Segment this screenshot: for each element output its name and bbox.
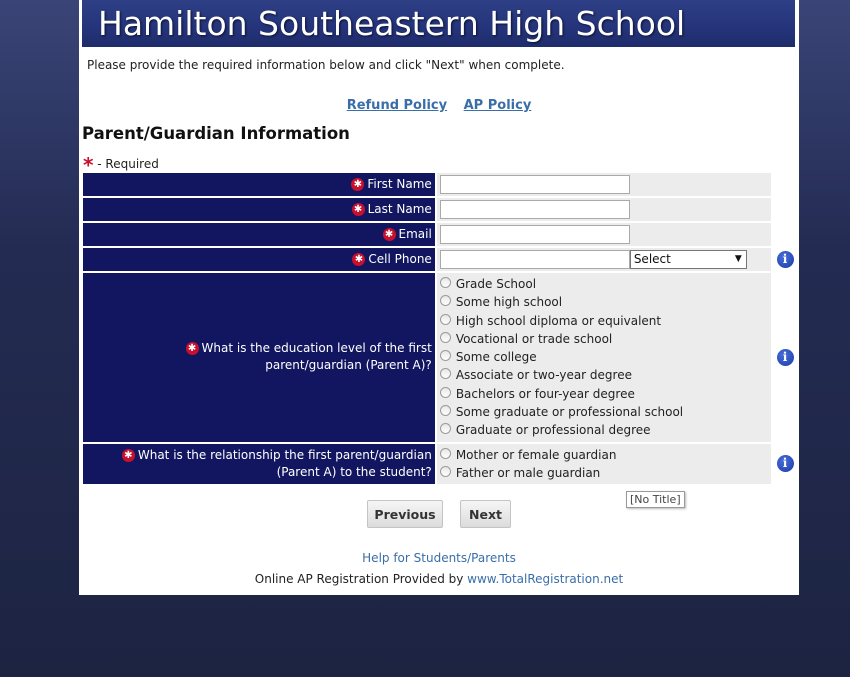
footer-text: Online AP Registration Provided by <box>254 572 468 586</box>
total-registration-link[interactable]: www.TotalRegistration.net <box>467 572 623 586</box>
radio-button[interactable] <box>439 295 451 307</box>
section-title: Parent/Guardian Information <box>82 124 350 143</box>
previous-button[interactable]: Previous <box>367 500 443 528</box>
footer: Online AP Registration Provided by www.T… <box>79 572 799 586</box>
education-option[interactable]: Grade School <box>439 275 768 293</box>
radio-button[interactable] <box>439 423 451 435</box>
relationship-options-cell: Mother or female guardian Father or male… <box>436 443 772 485</box>
radio-button[interactable] <box>439 447 451 459</box>
asterisk-icon: ✱ <box>351 203 365 216</box>
relationship-option[interactable]: Father or male guardian <box>439 464 768 482</box>
last-name-label-cell: ✱ Last Name <box>83 198 435 221</box>
last-name-label: Last Name <box>367 202 432 216</box>
form-row-cell-phone: ✱ Cell Phone Select ▼ i <box>83 248 797 271</box>
ap-policy-link[interactable]: AP Policy <box>464 98 532 113</box>
required-note-text: - Required <box>93 157 159 171</box>
education-option[interactable]: Vocational or trade school <box>439 330 768 348</box>
parent-form: ✱ First Name ✱ Last Name ✱ Email ✱ Cell … <box>81 171 799 486</box>
education-option[interactable]: Associate or two-year degree <box>439 366 768 384</box>
cell-phone-label: Cell Phone <box>368 252 432 266</box>
info-tooltip: [No Title] <box>626 491 685 508</box>
email-field-cell <box>436 223 772 246</box>
chevron-down-icon: ▼ <box>734 254 742 264</box>
refund-policy-link[interactable]: Refund Policy <box>347 98 447 113</box>
help-link[interactable]: Help for Students/Parents <box>79 551 799 565</box>
education-option[interactable]: Bachelors or four-year degree <box>439 385 768 403</box>
education-option[interactable]: Some high school <box>439 293 768 311</box>
education-question: What is the education level of the first… <box>201 341 432 373</box>
email-input[interactable] <box>439 225 630 244</box>
education-option[interactable]: High school diploma or equivalent <box>439 312 768 330</box>
education-option[interactable]: Graduate or professional degree <box>439 421 768 439</box>
cell-phone-field-cell: Select ▼ <box>436 248 772 271</box>
info-icon[interactable]: i <box>776 348 794 366</box>
school-name: Hamilton Southeastern High School <box>98 4 686 43</box>
page-banner: Hamilton Southeastern High School <box>82 0 795 47</box>
form-row-first-name: ✱ First Name <box>83 173 797 196</box>
relationship-question: What is the relationship the first paren… <box>137 447 432 479</box>
last-name-field-cell <box>436 198 772 221</box>
policy-links: Refund Policy AP Policy <box>79 98 799 113</box>
asterisk-icon: ✱ <box>185 342 199 356</box>
radio-button[interactable] <box>439 350 451 362</box>
info-icon[interactable]: i <box>776 251 794 268</box>
cell-phone-label-cell: ✱ Cell Phone <box>83 248 435 271</box>
education-option[interactable]: Some college <box>439 348 768 366</box>
first-name-label: First Name <box>367 177 432 191</box>
form-row-education: ✱ What is the education level of the firs… <box>83 273 797 442</box>
radio-button[interactable] <box>439 331 451 343</box>
relationship-option[interactable]: Mother or female guardian <box>439 446 768 464</box>
intro-text: Please provide the required information … <box>87 58 565 72</box>
email-label-cell: ✱ Email <box>83 223 435 246</box>
radio-button[interactable] <box>439 277 451 288</box>
education-option[interactable]: Some graduate or professional school <box>439 403 768 421</box>
first-name-field-cell <box>436 173 772 196</box>
form-row-email: ✱ Email <box>83 223 797 246</box>
radio-button[interactable] <box>439 405 451 417</box>
education-options-cell: Grade School Some high school High schoo… <box>436 273 772 442</box>
radio-button[interactable] <box>439 465 451 477</box>
asterisk-icon: ✱ <box>382 228 396 241</box>
carrier-select-value: Select <box>633 252 671 266</box>
asterisk-icon: ✱ <box>351 178 365 191</box>
form-row-last-name: ✱ Last Name <box>83 198 797 221</box>
radio-button[interactable] <box>439 368 451 380</box>
info-icon[interactable]: i <box>776 455 794 473</box>
cell-phone-input[interactable] <box>439 250 630 269</box>
last-name-input[interactable] <box>439 200 630 219</box>
relationship-label-cell: ✱ What is the relationship the first pare… <box>83 443 435 485</box>
asterisk-icon: ✱ <box>121 448 135 462</box>
email-label: Email <box>398 227 432 241</box>
carrier-select[interactable]: Select ▼ <box>629 250 747 269</box>
education-label-cell: ✱ What is the education level of the firs… <box>83 273 435 442</box>
registration-page: Hamilton Southeastern High School Please… <box>79 0 799 595</box>
first-name-input[interactable] <box>439 175 630 194</box>
form-row-relationship: ✱ What is the relationship the first pare… <box>83 443 797 485</box>
next-button[interactable]: Next <box>460 500 511 528</box>
asterisk-icon: ✱ <box>352 253 366 266</box>
first-name-label-cell: ✱ First Name <box>83 173 435 196</box>
radio-button[interactable] <box>439 313 451 325</box>
radio-button[interactable] <box>439 386 451 398</box>
